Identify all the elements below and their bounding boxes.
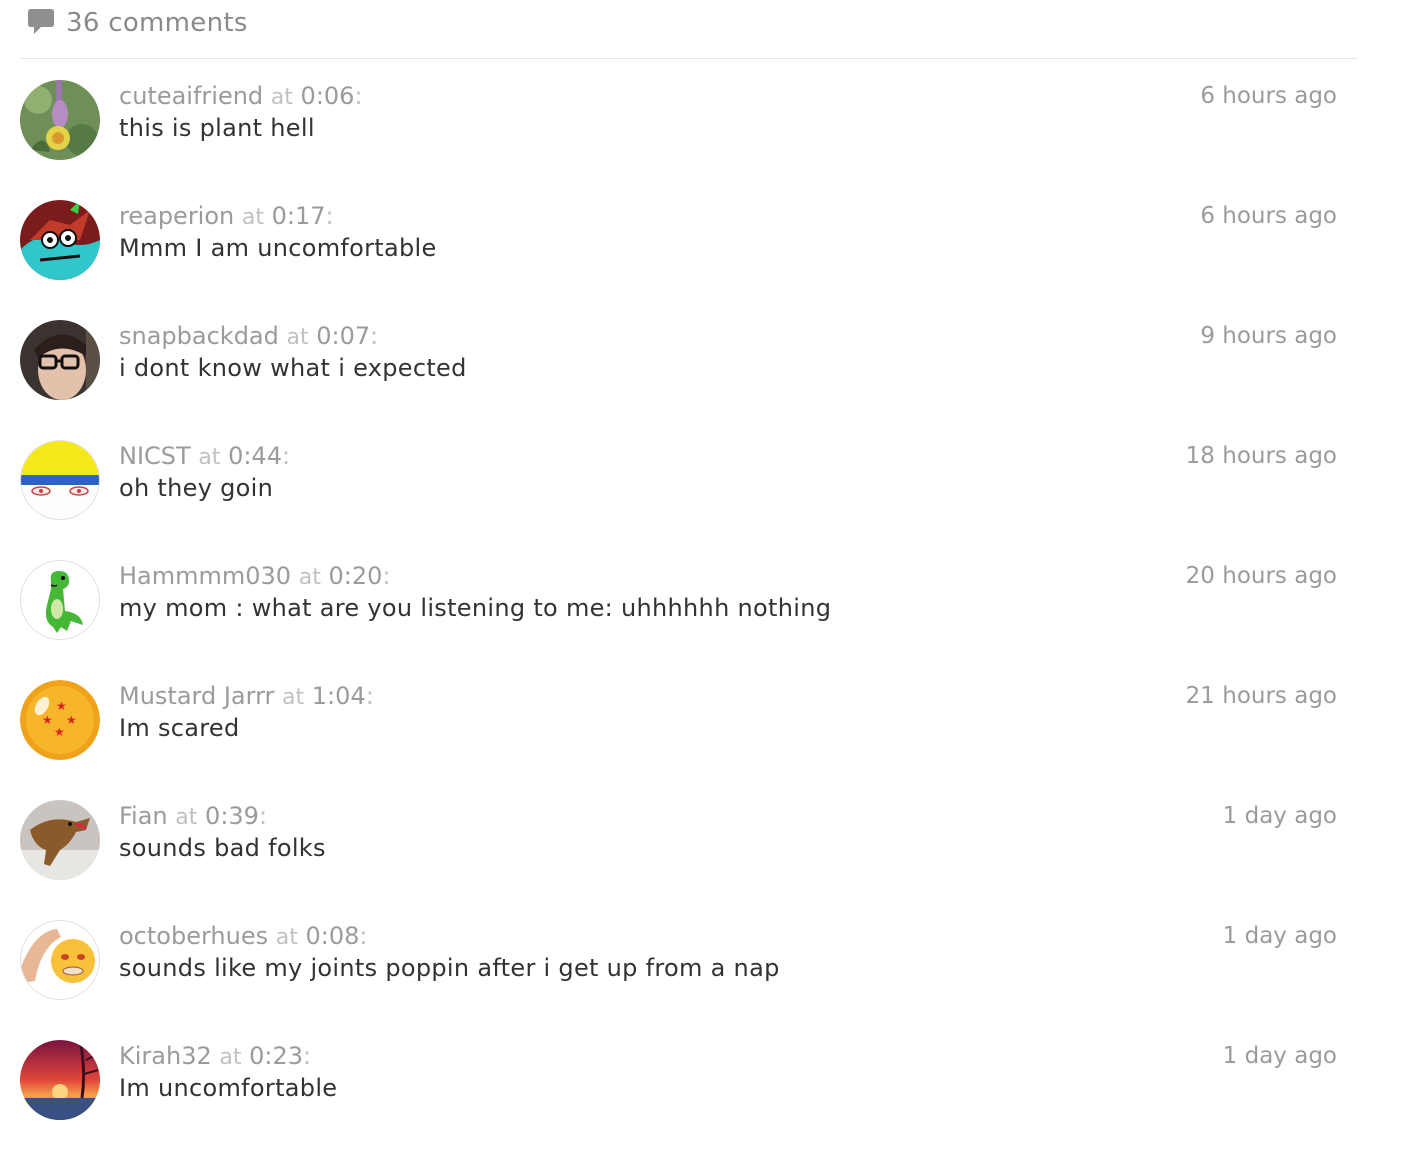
green-dinosaur-avatar[interactable] [20, 560, 100, 640]
comment-age: 6 hours ago [1200, 203, 1337, 229]
comment-age: 6 hours ago [1200, 83, 1337, 109]
comment-timestamp-link[interactable]: 0:39 [205, 802, 259, 830]
comment-age: 20 hours ago [1185, 563, 1337, 589]
comment-meta: octoberhues at 0:08: [119, 921, 368, 953]
comment-age: 9 hours ago [1200, 323, 1337, 349]
comment-text: Im scared [119, 714, 240, 742]
plant-flower-avatar[interactable] [20, 80, 100, 160]
comment-colon: : [370, 322, 379, 350]
comment-username[interactable]: cuteaifriend [119, 82, 263, 110]
comment-timestamp-link[interactable]: 0:17 [272, 202, 326, 230]
comment-meta: Hammmm030 at 0:20: [119, 561, 390, 593]
comment-item: ★ ★ ★ ★ Mustard Jarrr at 1:04: Im scared… [0, 680, 1402, 800]
comment-username[interactable]: Mustard Jarrr [119, 682, 274, 710]
comment-colon: : [303, 1042, 312, 1070]
comment-at-label: at [298, 565, 321, 590]
comment-text: Mmm I am uncomfortable [119, 234, 437, 262]
comment-at-label: at [198, 445, 221, 470]
dinosaur-toy-avatar[interactable] [20, 800, 100, 880]
comment-meta: reaperion at 0:17: [119, 201, 334, 233]
comments-header: 36 comments [20, 0, 1358, 59]
comment-text: sounds bad folks [119, 834, 326, 862]
comment-meta: cuteaifriend at 0:06: [119, 81, 363, 113]
comment-text: oh they goin [119, 474, 274, 502]
comment-text: Im uncomfortable [119, 1074, 338, 1102]
comment-meta: Fian at 0:39: [119, 801, 267, 833]
comment-colon: : [365, 682, 374, 710]
comment-username[interactable]: snapbackdad [119, 322, 279, 350]
comment-timestamp-link[interactable]: 0:44 [228, 442, 282, 470]
comment-timestamp-link[interactable]: 0:23 [249, 1042, 303, 1070]
svg-text:★: ★ [56, 699, 67, 713]
comment-username[interactable]: Kirah32 [119, 1042, 212, 1070]
comment-age: 18 hours ago [1185, 443, 1337, 469]
svg-text:★: ★ [42, 713, 53, 727]
comment-at-label: at [175, 805, 198, 830]
svg-text:★: ★ [54, 725, 65, 739]
comment-at-label: at [241, 205, 264, 230]
comment-at-label: at [270, 85, 293, 110]
comment-timestamp-link[interactable]: 0:20 [328, 562, 382, 590]
comment-item: NICST at 0:44: oh they goin 18 hours ago [0, 440, 1402, 560]
comment-item: octoberhues at 0:08: sounds like my join… [0, 920, 1402, 1040]
comment-at-label: at [219, 1045, 242, 1070]
comment-timestamp-link[interactable]: 0:06 [301, 82, 355, 110]
comment-meta: snapbackdad at 0:07: [119, 321, 378, 353]
speech-bubble-icon [28, 9, 54, 37]
comment-text: i dont know what i expected [119, 354, 467, 382]
dragon-ball-avatar[interactable]: ★ ★ ★ ★ [20, 680, 100, 760]
dragon-drawing-avatar[interactable] [20, 200, 100, 280]
comment-meta: Mustard Jarrr at 1:04: [119, 681, 374, 713]
comment-item: reaperion at 0:17: Mmm I am uncomfortabl… [0, 200, 1402, 320]
comment-age: 21 hours ago [1185, 683, 1337, 709]
comment-age: 1 day ago [1222, 923, 1337, 949]
comment-text: sounds like my joints poppin after i get… [119, 954, 780, 982]
comment-meta: Kirah32 at 0:23: [119, 1041, 311, 1073]
comment-timestamp-link[interactable]: 0:07 [316, 322, 370, 350]
sunset-landscape-avatar[interactable] [20, 1040, 100, 1120]
comment-meta: NICST at 0:44: [119, 441, 290, 473]
comment-list: cuteaifriend at 0:06: this is plant hell… [0, 80, 1402, 1150]
cartoon-face-avatar[interactable] [20, 440, 100, 520]
comments-panel: 36 comments cuteaifriend at 0:06: this i… [0, 0, 1402, 1150]
emoji-face-hand-avatar[interactable] [20, 920, 100, 1000]
svg-text:★: ★ [66, 713, 77, 727]
comment-colon: : [281, 442, 291, 470]
comment-item: Fian at 0:39: sounds bad folks 1 day ago [0, 800, 1402, 920]
comment-age: 1 day ago [1222, 1043, 1337, 1069]
comment-username[interactable]: NICST [119, 442, 191, 470]
comment-item: cuteaifriend at 0:06: this is plant hell… [0, 80, 1402, 200]
comment-colon: : [325, 202, 334, 230]
comment-age: 1 day ago [1222, 803, 1337, 829]
comment-username[interactable]: reaperion [119, 202, 234, 230]
person-glasses-avatar[interactable] [20, 320, 100, 400]
comment-colon: : [354, 82, 363, 110]
comment-username[interactable]: Fian [119, 802, 168, 830]
comment-item: Hammmm030 at 0:20: my mom : what are you… [0, 560, 1402, 680]
comment-colon: : [382, 562, 391, 590]
comment-at-label: at [286, 325, 309, 350]
comment-item: Kirah32 at 0:23: Im uncomfortable 1 day … [0, 1040, 1402, 1150]
comment-item: snapbackdad at 0:07: i dont know what i … [0, 320, 1402, 440]
comment-timestamp-link[interactable]: 1:04 [312, 682, 366, 710]
comment-username[interactable]: octoberhues [119, 922, 268, 950]
comment-colon: : [359, 922, 368, 950]
comment-at-label: at [275, 925, 298, 950]
comment-colon: : [258, 802, 268, 830]
comments-count: 36 comments [66, 8, 248, 38]
comment-username[interactable]: Hammmm030 [119, 562, 291, 590]
comment-timestamp-link[interactable]: 0:08 [306, 922, 360, 950]
comment-at-label: at [282, 685, 305, 710]
comment-text: my mom : what are you listening to me: u… [119, 594, 832, 622]
comment-text: this is plant hell [119, 114, 315, 142]
